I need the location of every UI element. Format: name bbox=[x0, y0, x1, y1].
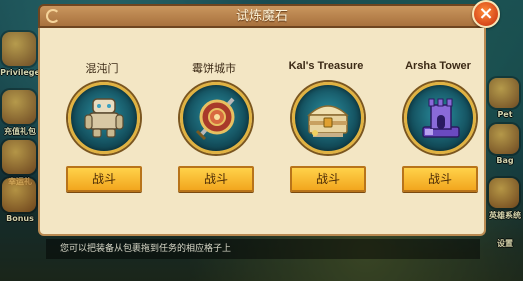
mission-name: Arsha Tower bbox=[405, 60, 471, 72]
side-label-bag: Bag bbox=[496, 156, 514, 165]
close-icon: × bbox=[478, 3, 494, 24]
lucky-icon[interactable] bbox=[2, 140, 36, 174]
mission-card: Arsha Tower 战斗 bbox=[388, 28, 488, 228]
battle-button[interactable]: 战斗 bbox=[178, 166, 254, 192]
dialog-title: 试炼魔石 bbox=[235, 9, 288, 24]
privilege-icon[interactable] bbox=[2, 32, 36, 66]
dialog-title-bar: 试炼魔石 bbox=[38, 4, 486, 28]
side-label-bonus: Bonus bbox=[6, 214, 34, 223]
mission-name: 混沌门 bbox=[85, 62, 119, 75]
side-label-privilege: Privilege bbox=[0, 68, 40, 77]
battle-button[interactable]: 战斗 bbox=[66, 166, 142, 192]
mission-card: 混沌门 战斗 bbox=[52, 28, 152, 228]
battle-button[interactable]: 战斗 bbox=[290, 166, 366, 192]
purple-tower-icon[interactable] bbox=[404, 82, 476, 154]
pet-icon[interactable] bbox=[489, 78, 519, 108]
hint-text: 您可以把装备从包裹拖到任务的相应格子上 bbox=[46, 239, 480, 259]
treasure-chest-icon[interactable] bbox=[292, 82, 364, 154]
shield-sword-icon[interactable] bbox=[180, 82, 252, 154]
left-side-menu: Privilege 充值礼包 幸运礼 Bonus bbox=[0, 28, 40, 228]
side-label-hero: 英雄系统 bbox=[489, 211, 521, 220]
trial-stone-dialog: 试炼魔石 × 混沌门 战斗 霉饼城市 战斗 Kal's Treasure 战斗 … bbox=[38, 0, 500, 236]
gift-pack-icon[interactable] bbox=[2, 90, 36, 124]
battle-button[interactable]: 战斗 bbox=[402, 166, 478, 192]
side-label-pet: Pet bbox=[497, 110, 513, 119]
mission-name: 霉饼城市 bbox=[192, 62, 236, 75]
side-label-settings: 设置 bbox=[497, 239, 513, 248]
mission-name: Kal's Treasure bbox=[288, 60, 364, 72]
mission-card: Kal's Treasure 战斗 bbox=[276, 28, 376, 228]
stone-golem-icon[interactable] bbox=[68, 82, 140, 154]
hero-icon[interactable] bbox=[489, 178, 519, 208]
bonus-icon[interactable] bbox=[2, 178, 36, 212]
bag-icon[interactable] bbox=[489, 124, 519, 154]
close-button[interactable]: × bbox=[472, 0, 500, 28]
mission-panel: 混沌门 战斗 霉饼城市 战斗 Kal's Treasure 战斗 Arsha T… bbox=[38, 28, 486, 236]
mission-card: 霉饼城市 战斗 bbox=[164, 28, 264, 228]
side-label-gift: 充值礼包 bbox=[4, 127, 36, 136]
